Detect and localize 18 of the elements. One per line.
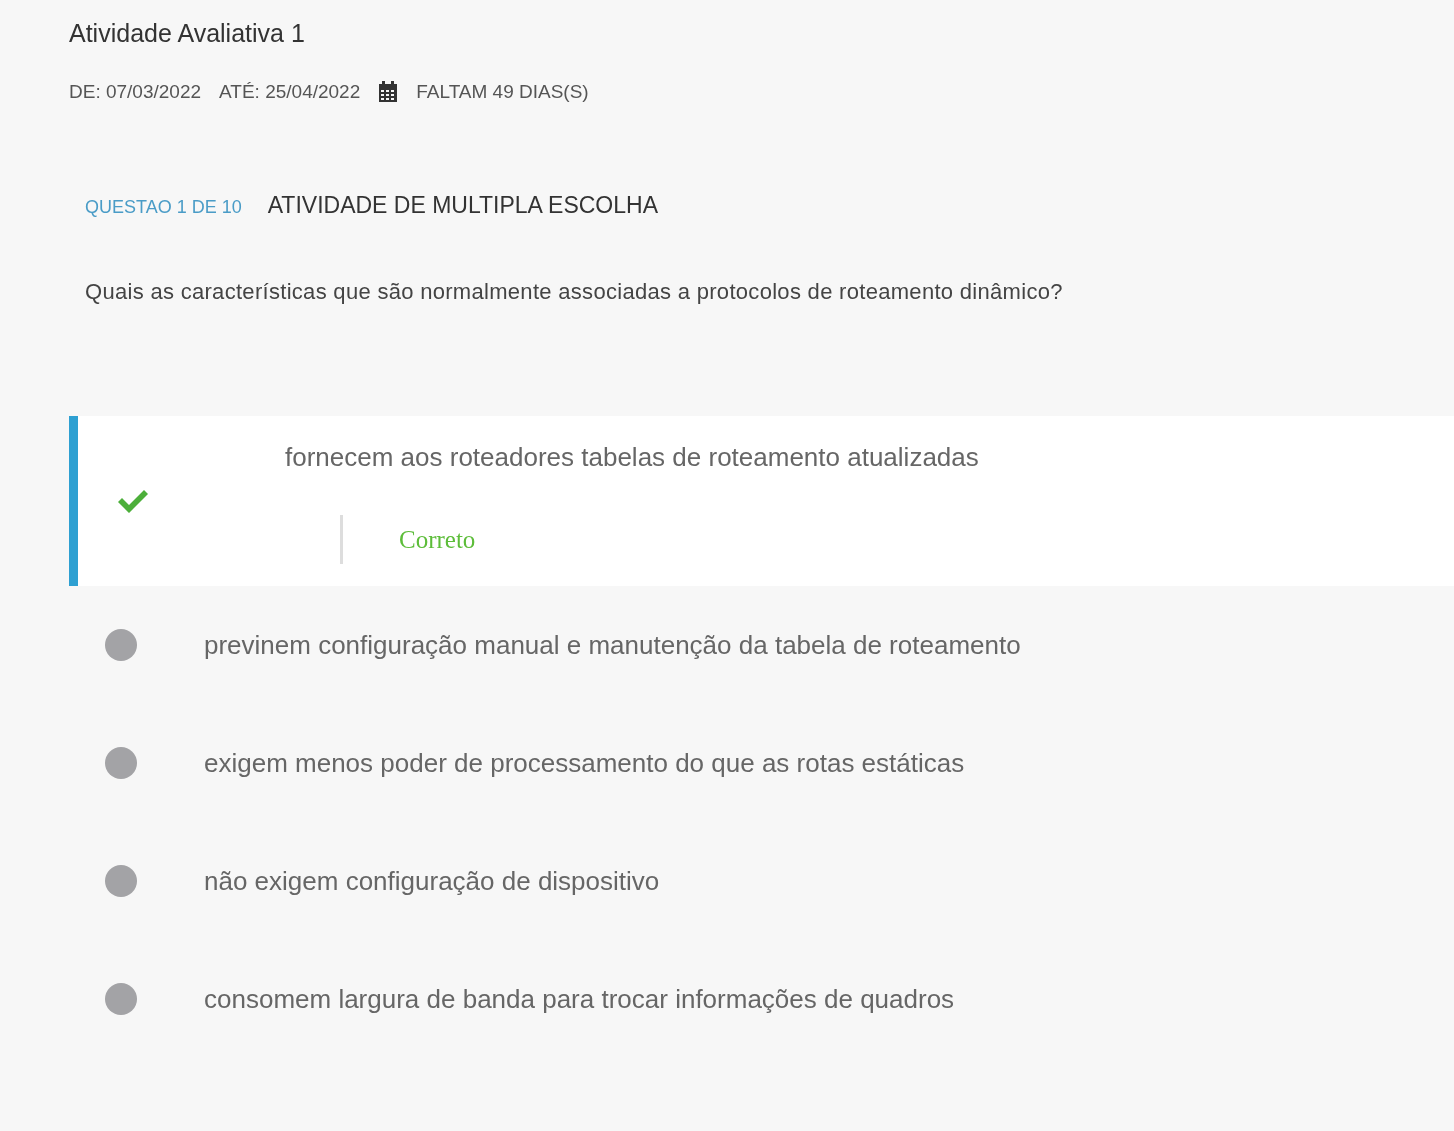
answer-option[interactable]: não exigem configuração de dispositivo [204, 861, 660, 901]
question-type: ATIVIDADE DE MULTIPLA ESCOLHA [267, 191, 658, 220]
radio-button[interactable] [105, 983, 137, 1015]
answer-option[interactable]: fornecem aos roteadores tabelas de roteamento atualizadas [150, 441, 979, 472]
days-remaining: FALTAM 49 DIAS(S) [416, 80, 589, 104]
answer-option[interactable]: exigem menos poder de processamento do que as rotas estáticas [204, 743, 965, 783]
question-text: Quais as características que são normalmente associadas a protocolos de roteamento dinâmico? [85, 277, 1064, 306]
activity-title: Atividade Avaliativa 1 [69, 18, 306, 49]
answer-option[interactable]: previnem configuração manual e manutenção da tabela de roteamento [204, 625, 1021, 665]
question-counter: QUESTAO 1 DE 10 [85, 196, 242, 219]
answer-option[interactable]: consomem largura de banda para trocar informações de quadros [204, 979, 955, 1019]
end-date: ATÉ: 25/04/2022 [219, 80, 361, 104]
calendar-icon [378, 81, 399, 103]
feedback-text: Correto [399, 525, 476, 553]
start-date: DE: 07/03/2022 [69, 80, 202, 104]
radio-button[interactable] [105, 865, 137, 897]
radio-button[interactable] [105, 629, 137, 661]
radio-button[interactable] [105, 747, 137, 779]
